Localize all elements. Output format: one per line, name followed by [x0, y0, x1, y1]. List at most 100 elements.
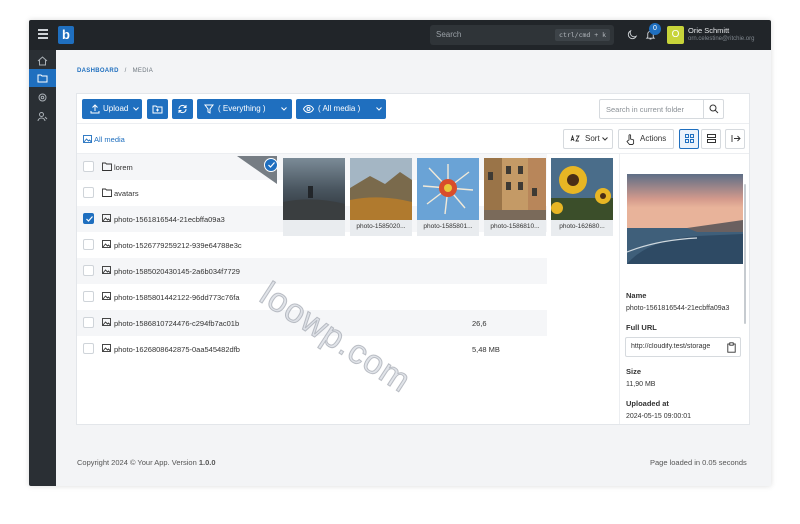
folder-icon [37, 74, 48, 83]
detail-url-label: Full URL [626, 323, 657, 332]
actions-button[interactable]: Actions [618, 129, 674, 149]
hand-pointer-icon [626, 134, 635, 145]
app-version: 1.0.0 [198, 458, 216, 467]
sort-button[interactable]: Sort [563, 129, 613, 149]
sidebar-item-settings[interactable] [29, 88, 56, 106]
filter-label: ( Everything ) [218, 104, 266, 113]
thumbnail-caption: photo-1586810... [490, 223, 540, 230]
media-thumbnail[interactable] [283, 158, 345, 236]
view-label: ( All media ) [318, 104, 361, 113]
new-folder-button[interactable] [147, 99, 168, 119]
folder-icon [102, 188, 112, 197]
folder-search-button[interactable] [703, 100, 723, 118]
file-name: photo-1561816544-21ecbffa09a3 [114, 215, 225, 224]
sidebar-item-home[interactable] [29, 52, 56, 70]
search-icon [709, 104, 719, 114]
user-email: orn.celestine@ritchie.org [688, 36, 755, 42]
details-scrollbar[interactable] [744, 184, 746, 324]
row-checkbox[interactable] [83, 213, 94, 224]
thumbnail-caption: photo-162680... [559, 223, 605, 230]
row-checkbox[interactable] [83, 317, 94, 328]
upload-label: Upload [103, 104, 129, 113]
moon-icon[interactable] [627, 29, 638, 40]
eye-icon [303, 104, 314, 114]
folder-search-placeholder: Search in current folder [606, 105, 684, 114]
row-checkbox[interactable] [83, 239, 94, 250]
row-checkbox[interactable] [83, 187, 94, 198]
row-checkbox[interactable] [83, 291, 94, 302]
menu-icon[interactable] [38, 29, 48, 39]
thumbnail-image [283, 158, 345, 220]
toggle-details-button[interactable] [725, 129, 745, 149]
file-name: photo-1585020430145-2a6b034f7729 [114, 267, 240, 276]
app-window: b Search ctrl/cmd + k 0 O Orie Schmitt o… [29, 20, 771, 486]
media-thumbnail[interactable]: photo-162680... [551, 158, 613, 236]
check-icon [86, 216, 93, 222]
media-thumbnail[interactable]: photo-1585020... [350, 158, 412, 236]
file-name: lorem [114, 163, 133, 172]
top-bar: b Search ctrl/cmd + k 0 O Orie Schmitt o… [29, 20, 771, 50]
thumbnail-image [350, 158, 412, 220]
avatar[interactable]: O [667, 26, 684, 44]
view-dropdown[interactable]: ( All media ) [296, 99, 386, 119]
list-view-button[interactable] [701, 129, 721, 149]
sidebar-item-media[interactable] [29, 69, 56, 87]
sort-az-icon [570, 135, 580, 142]
folder-search-input[interactable]: Search in current folder [599, 99, 724, 119]
refresh-button[interactable] [172, 99, 193, 119]
upload-icon [90, 104, 100, 114]
footer-load-time: Page loaded in 0.05 seconds [650, 458, 747, 467]
detail-name-label: Name [626, 291, 647, 300]
media-thumbnail[interactable]: photo-1586810... [484, 158, 546, 236]
grid-icon [685, 134, 694, 143]
filter-icon [204, 104, 214, 114]
copy-icon[interactable] [727, 342, 736, 353]
row-checkbox[interactable] [83, 161, 94, 172]
refresh-icon [178, 104, 187, 114]
thumbnail-image [417, 158, 479, 220]
row-checkbox[interactable] [83, 265, 94, 276]
selected-indicator [264, 158, 278, 172]
media-toolbar: Upload ( Everything ) ( All media ) Sear… [77, 94, 749, 124]
sidebar [29, 50, 56, 486]
breadcrumb-dashboard[interactable]: DASHBOARD [77, 68, 119, 74]
gear-icon [38, 93, 47, 102]
detail-uploaded-label: Uploaded at [626, 399, 669, 408]
user-name[interactable]: Orie Schmitt [688, 26, 729, 35]
thumbnail-image [551, 158, 613, 220]
check-icon [268, 162, 275, 168]
file-name: photo-1585801442122-96dd773c76fa [114, 293, 240, 302]
home-icon [37, 56, 48, 66]
footer-copyright: Copyright 2024 © Your App. Version 1.0.0 [77, 458, 216, 467]
sidebar-item-users[interactable] [29, 107, 56, 125]
thumbnail-image [484, 158, 546, 220]
image-icon [102, 292, 111, 300]
copyright-text: Copyright 2024 © Your App. Version [77, 458, 197, 467]
global-search-placeholder: Search [436, 30, 462, 39]
thumbnail-caption: photo-1585020... [356, 223, 406, 230]
users-icon [37, 112, 48, 122]
media-thumbnail[interactable]: photo-1585801... [417, 158, 479, 236]
upload-button[interactable]: Upload [82, 99, 142, 119]
filter-dropdown[interactable]: ( Everything ) [197, 99, 292, 119]
row-checkbox[interactable] [83, 343, 94, 354]
breadcrumb: DASHBOARD / MEDIA [77, 68, 153, 74]
all-media-label: All media [94, 135, 125, 144]
grid-view-button[interactable] [679, 129, 699, 149]
global-search[interactable]: Search ctrl/cmd + k [430, 25, 614, 45]
detail-uploaded-value: 2024-05-15 09:00:01 [626, 413, 691, 420]
detail-url-value: http://cloudify.test/storage [631, 343, 711, 350]
image-icon [102, 318, 111, 326]
app-logo[interactable]: b [58, 26, 74, 44]
breadcrumb-separator: / [124, 68, 127, 74]
file-name: photo-1586810724476-c294fb7ac01b [114, 319, 240, 328]
detail-url-field[interactable]: http://cloudify.test/storage [625, 337, 741, 357]
list-icon [707, 134, 716, 143]
preview-image [627, 174, 743, 264]
folder-icon [102, 162, 112, 171]
image-icon [83, 135, 92, 143]
file-name: photo-1626808642875-0aa545482dfb [114, 345, 240, 354]
folder-plus-icon [152, 105, 163, 114]
image-icon [102, 240, 111, 248]
notification-badge: 0 [649, 23, 661, 35]
